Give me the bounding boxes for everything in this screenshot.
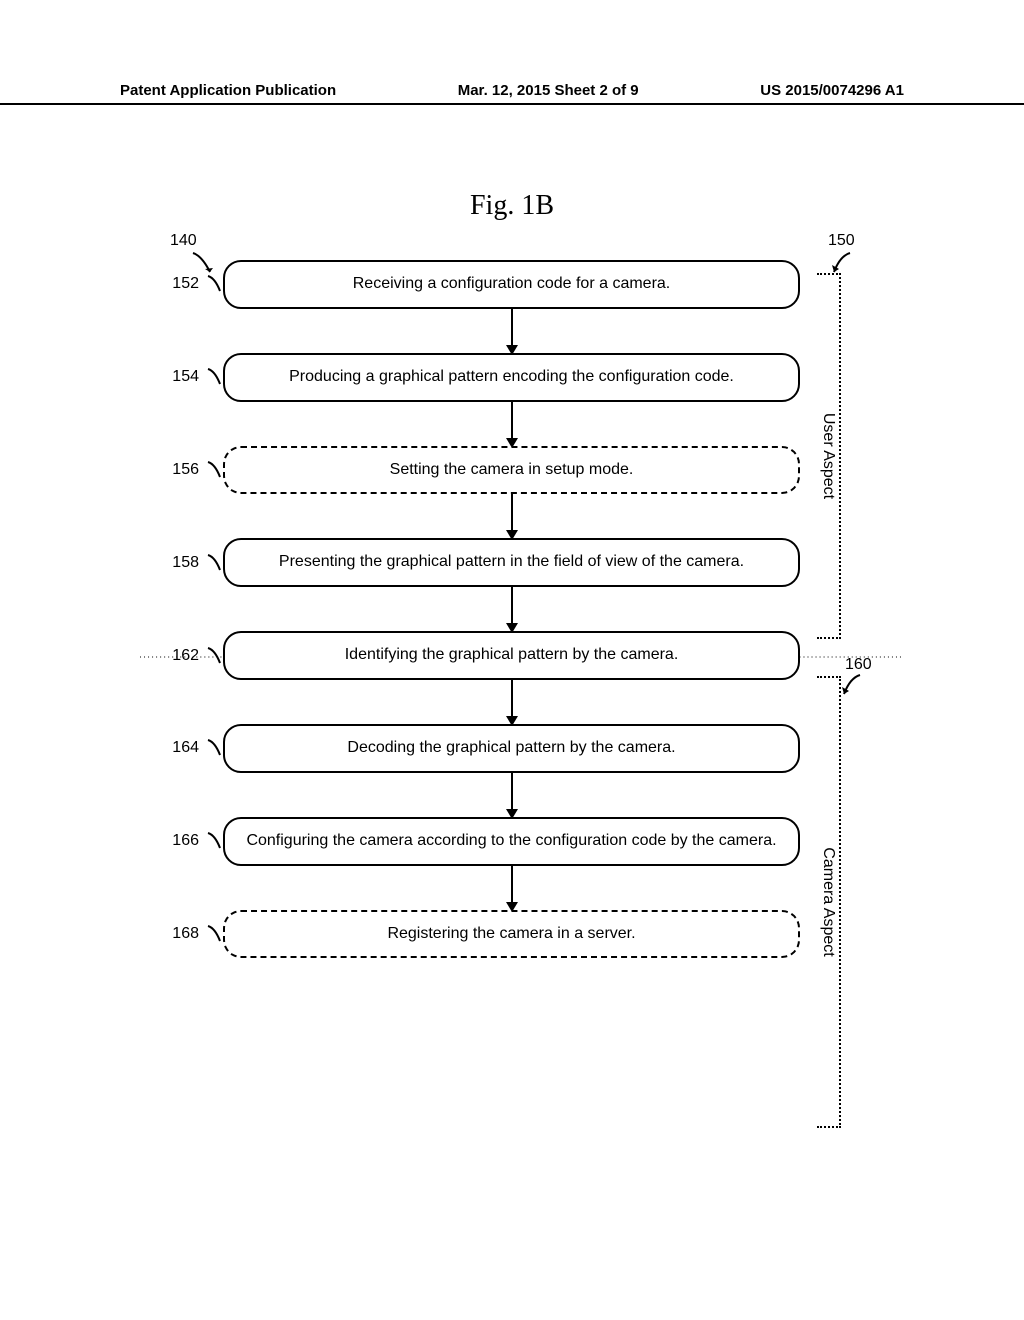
step-ref: 162	[160, 647, 205, 665]
flow-arrow	[223, 309, 800, 353]
step-ref: 156	[160, 461, 205, 479]
step-ref: 154	[160, 368, 205, 386]
arrow-down-icon	[511, 680, 513, 724]
step-ref: 158	[160, 554, 205, 572]
step-ref: 152	[160, 275, 205, 293]
arrow-down-icon	[511, 773, 513, 817]
arrow-down-icon	[511, 402, 513, 446]
step-ref: 164	[160, 739, 205, 757]
step-box: Setting the camera in setup mode.	[223, 446, 800, 495]
ref-connector-icon	[205, 273, 223, 295]
page-header: Patent Application Publication Mar. 12, …	[0, 82, 1024, 105]
step-box: Producing a graphical pattern encoding t…	[223, 353, 800, 402]
ref-connector-icon	[205, 552, 223, 574]
flow-arrow	[223, 773, 800, 817]
step-ref: 166	[160, 832, 205, 850]
flowchart: 152 Receiving a configuration code for a …	[160, 260, 800, 958]
flow-step: 164 Decoding the graphical pattern by the…	[160, 724, 800, 773]
ref-connector-icon	[205, 459, 223, 481]
arrow-down-icon	[511, 494, 513, 538]
header-left: Patent Application Publication	[120, 82, 336, 99]
arrow-down-icon	[511, 866, 513, 910]
flow-step: 166 Configuring the camera according to t…	[160, 817, 800, 866]
step-box: Identifying the graphical pattern by the…	[223, 631, 800, 680]
aspect-camera-label: Camera Aspect	[819, 841, 837, 962]
aspect-user-bracket: User Aspect	[817, 273, 841, 639]
ref-connector-icon	[205, 923, 223, 945]
step-box: Configuring the camera according to the …	[223, 817, 800, 866]
flow-arrow	[223, 680, 800, 724]
step-ref: 168	[160, 925, 205, 943]
ref-connector-icon	[205, 737, 223, 759]
ref-150: 150	[828, 232, 855, 250]
flow-step: 156 Setting the camera in setup mode.	[160, 446, 800, 495]
ref-connector-icon	[205, 645, 223, 667]
flow-arrow	[223, 494, 800, 538]
step-box: Presenting the graphical pattern in the …	[223, 538, 800, 587]
flow-step: 162 Identifying the graphical pattern by …	[160, 631, 800, 680]
step-box: Decoding the graphical pattern by the ca…	[223, 724, 800, 773]
flow-arrow	[223, 587, 800, 631]
ref-140: 140	[170, 232, 197, 250]
arrow-down-icon	[511, 587, 513, 631]
step-box: Registering the camera in a server.	[223, 910, 800, 959]
ref-connector-icon	[205, 366, 223, 388]
ref-connector-icon	[205, 830, 223, 852]
flow-step: 152 Receiving a configuration code for a …	[160, 260, 800, 309]
flow-step: 168 Registering the camera in a server.	[160, 910, 800, 959]
flow-arrow	[223, 866, 800, 910]
step-box: Receiving a configuration code for a cam…	[223, 260, 800, 309]
aspect-camera-bracket: Camera Aspect	[817, 676, 841, 1128]
arrow-down-icon	[511, 309, 513, 353]
flow-step: 154 Producing a graphical pattern encodin…	[160, 353, 800, 402]
figure-title: Fig. 1B	[0, 190, 1024, 222]
header-center: Mar. 12, 2015 Sheet 2 of 9	[458, 82, 639, 99]
flow-arrow	[223, 402, 800, 446]
aspect-user-label: User Aspect	[819, 407, 837, 505]
flow-step: 158 Presenting the graphical pattern in t…	[160, 538, 800, 587]
header-right: US 2015/0074296 A1	[760, 82, 904, 99]
ref-arrow-icon	[840, 672, 870, 700]
